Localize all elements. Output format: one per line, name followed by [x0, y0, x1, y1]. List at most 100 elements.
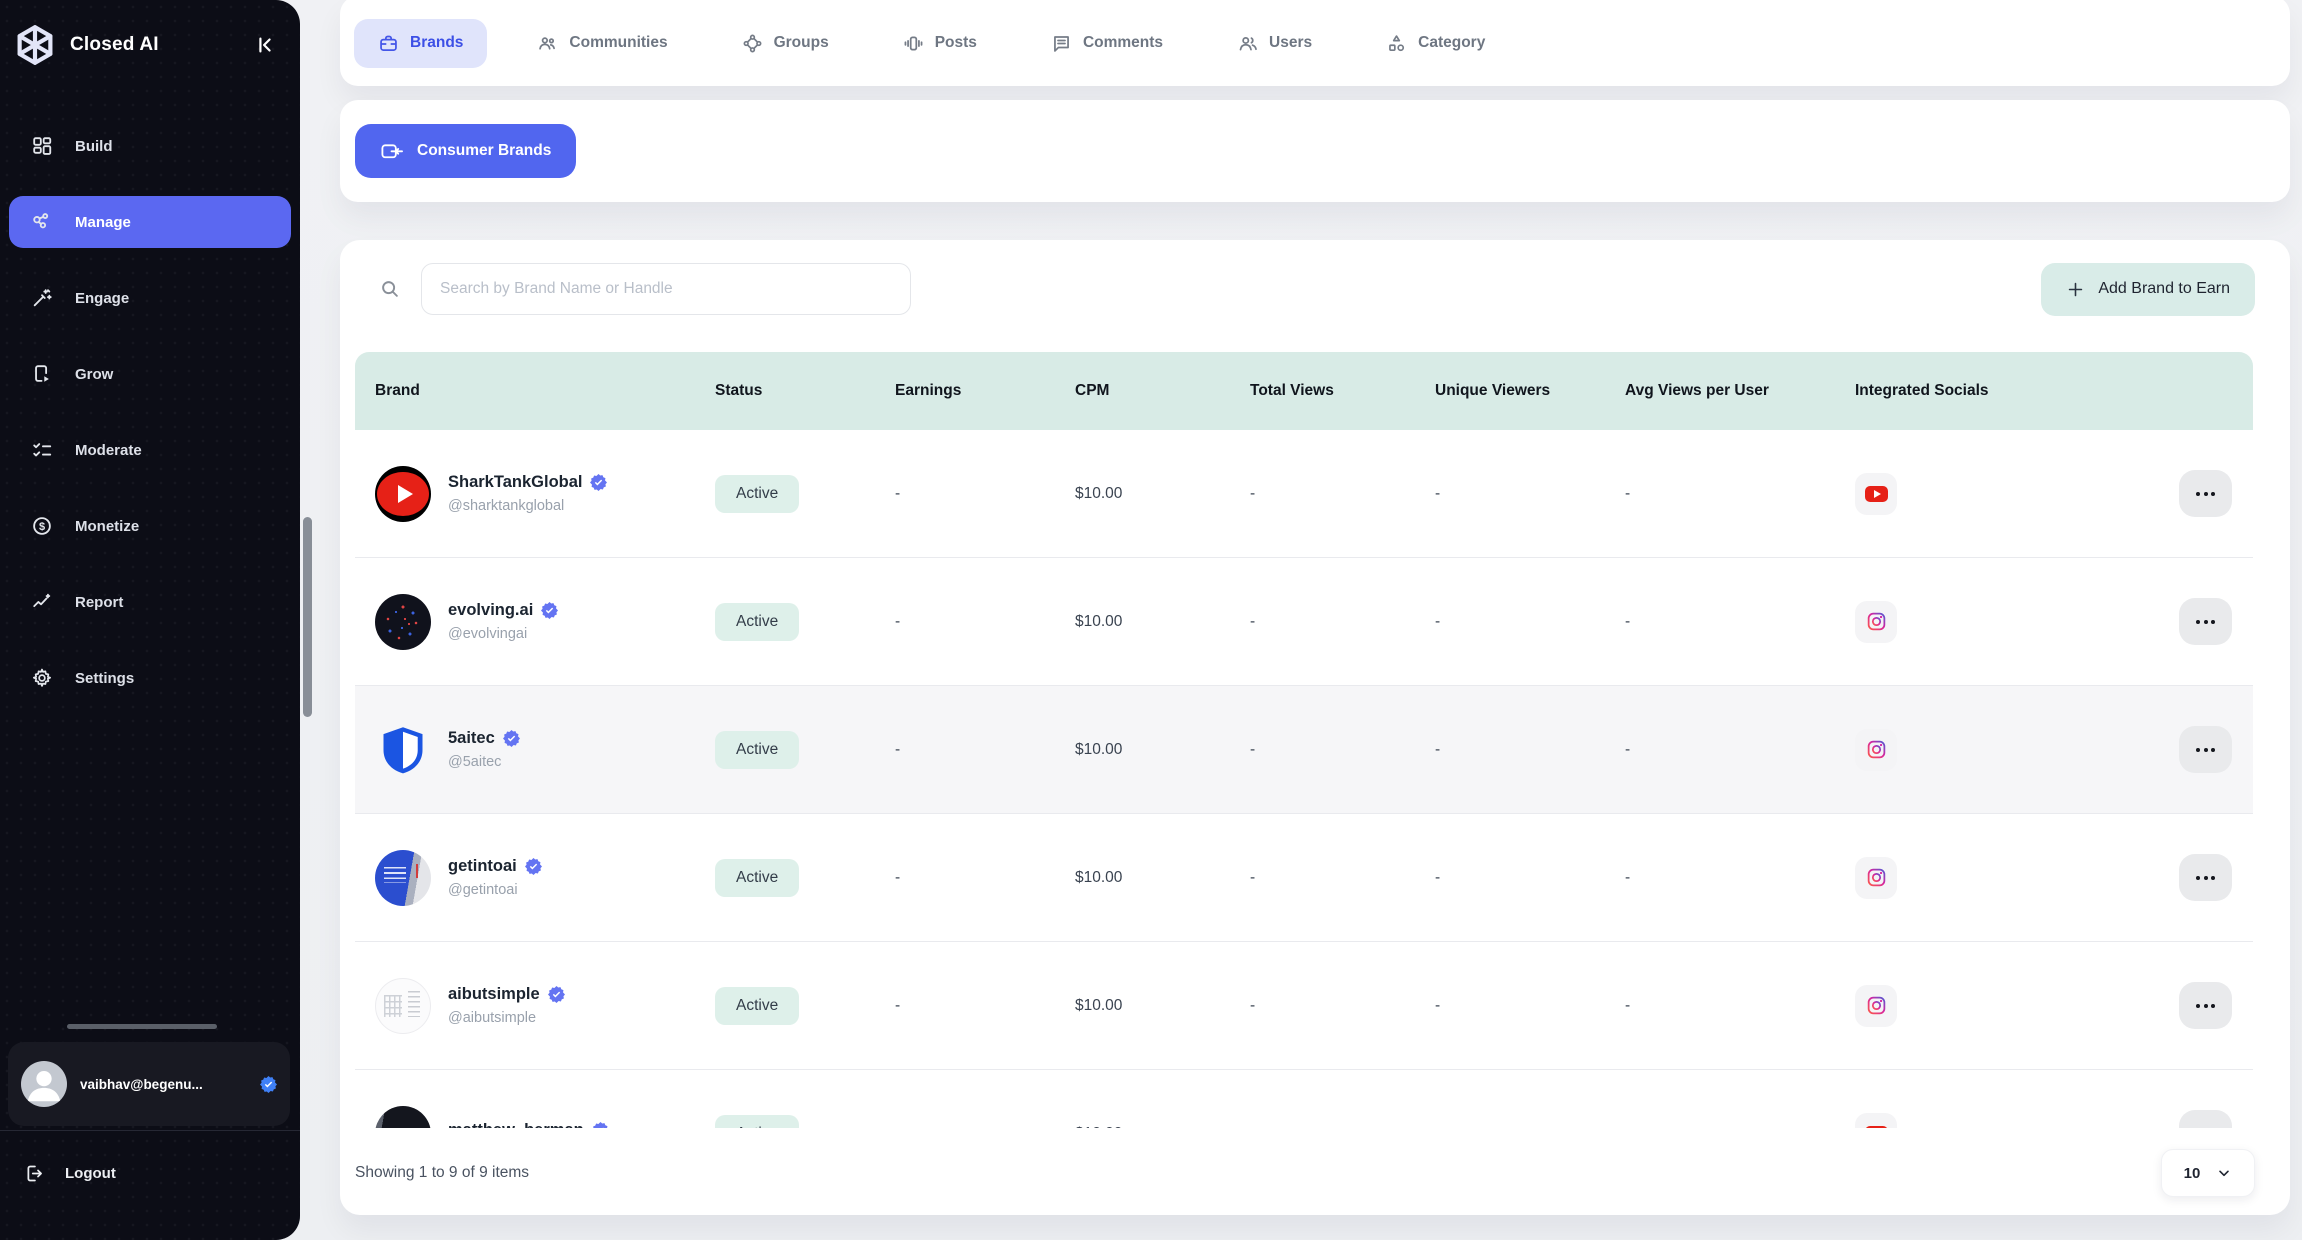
- consumer-brands-label: Consumer Brands: [417, 142, 551, 160]
- brand-handle: @5aitec: [448, 754, 520, 770]
- category-icon: [1386, 33, 1407, 54]
- sidebar-item-grow[interactable]: Grow: [9, 348, 291, 400]
- user-email: vaibhav@begenu...: [80, 1077, 203, 1092]
- pagination-summary: Showing 1 to 9 of 9 items: [355, 1164, 529, 1182]
- cpm-value: $10.00: [1055, 1125, 1230, 1129]
- search-input[interactable]: [421, 263, 911, 315]
- app-window: Closed AI Build: [0, 0, 2302, 1240]
- sidebar-item-settings[interactable]: Settings: [9, 652, 291, 704]
- logout-icon: [24, 1163, 45, 1184]
- total-views-value: -: [1230, 741, 1415, 759]
- earnings-value: -: [875, 741, 1055, 759]
- page-scrollbar-thumb[interactable]: [303, 517, 312, 717]
- sidebar-item-moderate[interactable]: Moderate: [9, 424, 291, 476]
- user-account-card[interactable]: vaibhav@begenu...: [8, 1042, 290, 1126]
- tab-label: Groups: [774, 34, 829, 52]
- status-badge: Active: [715, 1115, 799, 1129]
- logout-button[interactable]: Logout: [24, 1163, 116, 1184]
- plus-icon: [2066, 280, 2085, 299]
- tab-comments[interactable]: Comments: [1027, 19, 1187, 68]
- row-actions-button[interactable]: [2179, 726, 2232, 773]
- row-actions-button[interactable]: [2179, 854, 2232, 901]
- checklist-icon: [31, 439, 53, 461]
- row-actions-button[interactable]: [2179, 1110, 2232, 1128]
- brand-avatar: [375, 850, 431, 906]
- communities-icon: [537, 33, 558, 54]
- unique-viewers-value: -: [1415, 741, 1605, 759]
- verified-badge-icon: [590, 474, 607, 491]
- table-row: SharkTankGlobal @sharktankglobal Active …: [355, 430, 2253, 558]
- svg-text:$: $: [39, 521, 45, 533]
- cpm-value: $10.00: [1055, 613, 1230, 631]
- sidebar-item-monetize[interactable]: $ Monetize: [9, 500, 291, 552]
- row-actions-button[interactable]: [2179, 982, 2232, 1029]
- brand-handle: @sharktankglobal: [448, 498, 607, 514]
- earnings-value: -: [875, 613, 1055, 631]
- sidebar-item-manage[interactable]: Manage: [9, 196, 291, 248]
- groups-icon: [742, 33, 763, 54]
- brand-name: getintoai: [448, 857, 517, 876]
- brands-table: Brand Status Earnings CPM Total Views Un…: [355, 352, 2253, 1128]
- brand-name: aibutsimple: [448, 985, 540, 1004]
- sidebar-item-label: Manage: [75, 214, 131, 231]
- sidebar-header: Closed AI: [0, 0, 300, 68]
- app-title: Closed AI: [70, 34, 159, 56]
- sidebar: Closed AI Build: [0, 0, 300, 1240]
- tab-groups[interactable]: Groups: [718, 19, 853, 68]
- col-header-avg-views: Avg Views per User: [1605, 382, 1835, 400]
- sidebar-item-label: Build: [75, 138, 113, 155]
- row-actions-button[interactable]: [2179, 598, 2232, 645]
- tab-communities[interactable]: Communities: [513, 19, 691, 68]
- table-footer: Showing 1 to 9 of 9 items 10: [355, 1145, 2255, 1201]
- sidebar-item-engage[interactable]: Engage: [9, 272, 291, 324]
- verified-badge-icon: [541, 602, 558, 619]
- unique-viewers-value: -: [1415, 485, 1605, 503]
- tab-category[interactable]: Category: [1362, 19, 1509, 68]
- tab-label: Category: [1418, 34, 1485, 52]
- col-header-status: Status: [695, 382, 875, 400]
- tab-brands[interactable]: Brands: [354, 19, 487, 68]
- sidebar-bottom-divider: [0, 1130, 300, 1131]
- users-icon: [1237, 33, 1258, 54]
- unique-viewers-value: -: [1415, 997, 1605, 1015]
- brand-handle: @aibutsimple: [448, 1010, 565, 1026]
- comments-icon: [1051, 33, 1072, 54]
- sidebar-item-label: Moderate: [75, 442, 142, 459]
- table-body: SharkTankGlobal @sharktankglobal Active …: [355, 430, 2253, 1128]
- sidebar-item-label: Engage: [75, 290, 129, 307]
- tab-label: Users: [1269, 34, 1312, 52]
- consumer-brands-button[interactable]: Consumer Brands: [355, 124, 576, 178]
- brand-avatar: [375, 466, 431, 522]
- brand-handle: @getintoai: [448, 882, 542, 898]
- brands-panel: Add Brand to Earn Brand Status Earnings …: [340, 240, 2290, 1215]
- avg-views-value: -: [1605, 997, 1835, 1015]
- verified-badge-icon: [260, 1076, 277, 1093]
- collapse-sidebar-icon[interactable]: [248, 28, 282, 62]
- table-row: aibutsimple @aibutsimple Active - $10.00…: [355, 942, 2253, 1070]
- col-header-cpm: CPM: [1055, 382, 1230, 400]
- status-badge: Active: [715, 731, 799, 769]
- unique-viewers-value: -: [1415, 869, 1605, 887]
- table-header-row: Brand Status Earnings CPM Total Views Un…: [355, 352, 2253, 430]
- page-size-select[interactable]: 10: [2161, 1149, 2255, 1197]
- tab-posts[interactable]: Posts: [879, 19, 1001, 68]
- col-header-total-views: Total Views: [1230, 382, 1415, 400]
- table-row: matthew_berman Active $10.00: [355, 1070, 2253, 1128]
- tab-label: Posts: [935, 34, 977, 52]
- nodes-icon: [31, 211, 53, 233]
- avg-views-value: -: [1605, 613, 1835, 631]
- table-row: evolving.ai @evolvingai Active - $10.00 …: [355, 558, 2253, 686]
- table-row: 5aitec @5aitec Active - $10.00 - - -: [355, 686, 2253, 814]
- instagram-icon: [1855, 985, 1897, 1027]
- sidebar-item-build[interactable]: Build: [9, 120, 291, 172]
- avg-views-value: -: [1605, 741, 1835, 759]
- sidebar-item-report[interactable]: Report: [9, 576, 291, 628]
- chevron-down-icon: [2216, 1165, 2232, 1181]
- tab-label: Brands: [410, 34, 463, 52]
- table-row: getintoai @getintoai Active - $10.00 - -…: [355, 814, 2253, 942]
- user-avatar: [21, 1061, 67, 1107]
- tab-users[interactable]: Users: [1213, 19, 1336, 68]
- dollar-circle-icon: $: [31, 515, 53, 537]
- add-brand-button[interactable]: Add Brand to Earn: [2041, 263, 2255, 316]
- row-actions-button[interactable]: [2179, 470, 2232, 517]
